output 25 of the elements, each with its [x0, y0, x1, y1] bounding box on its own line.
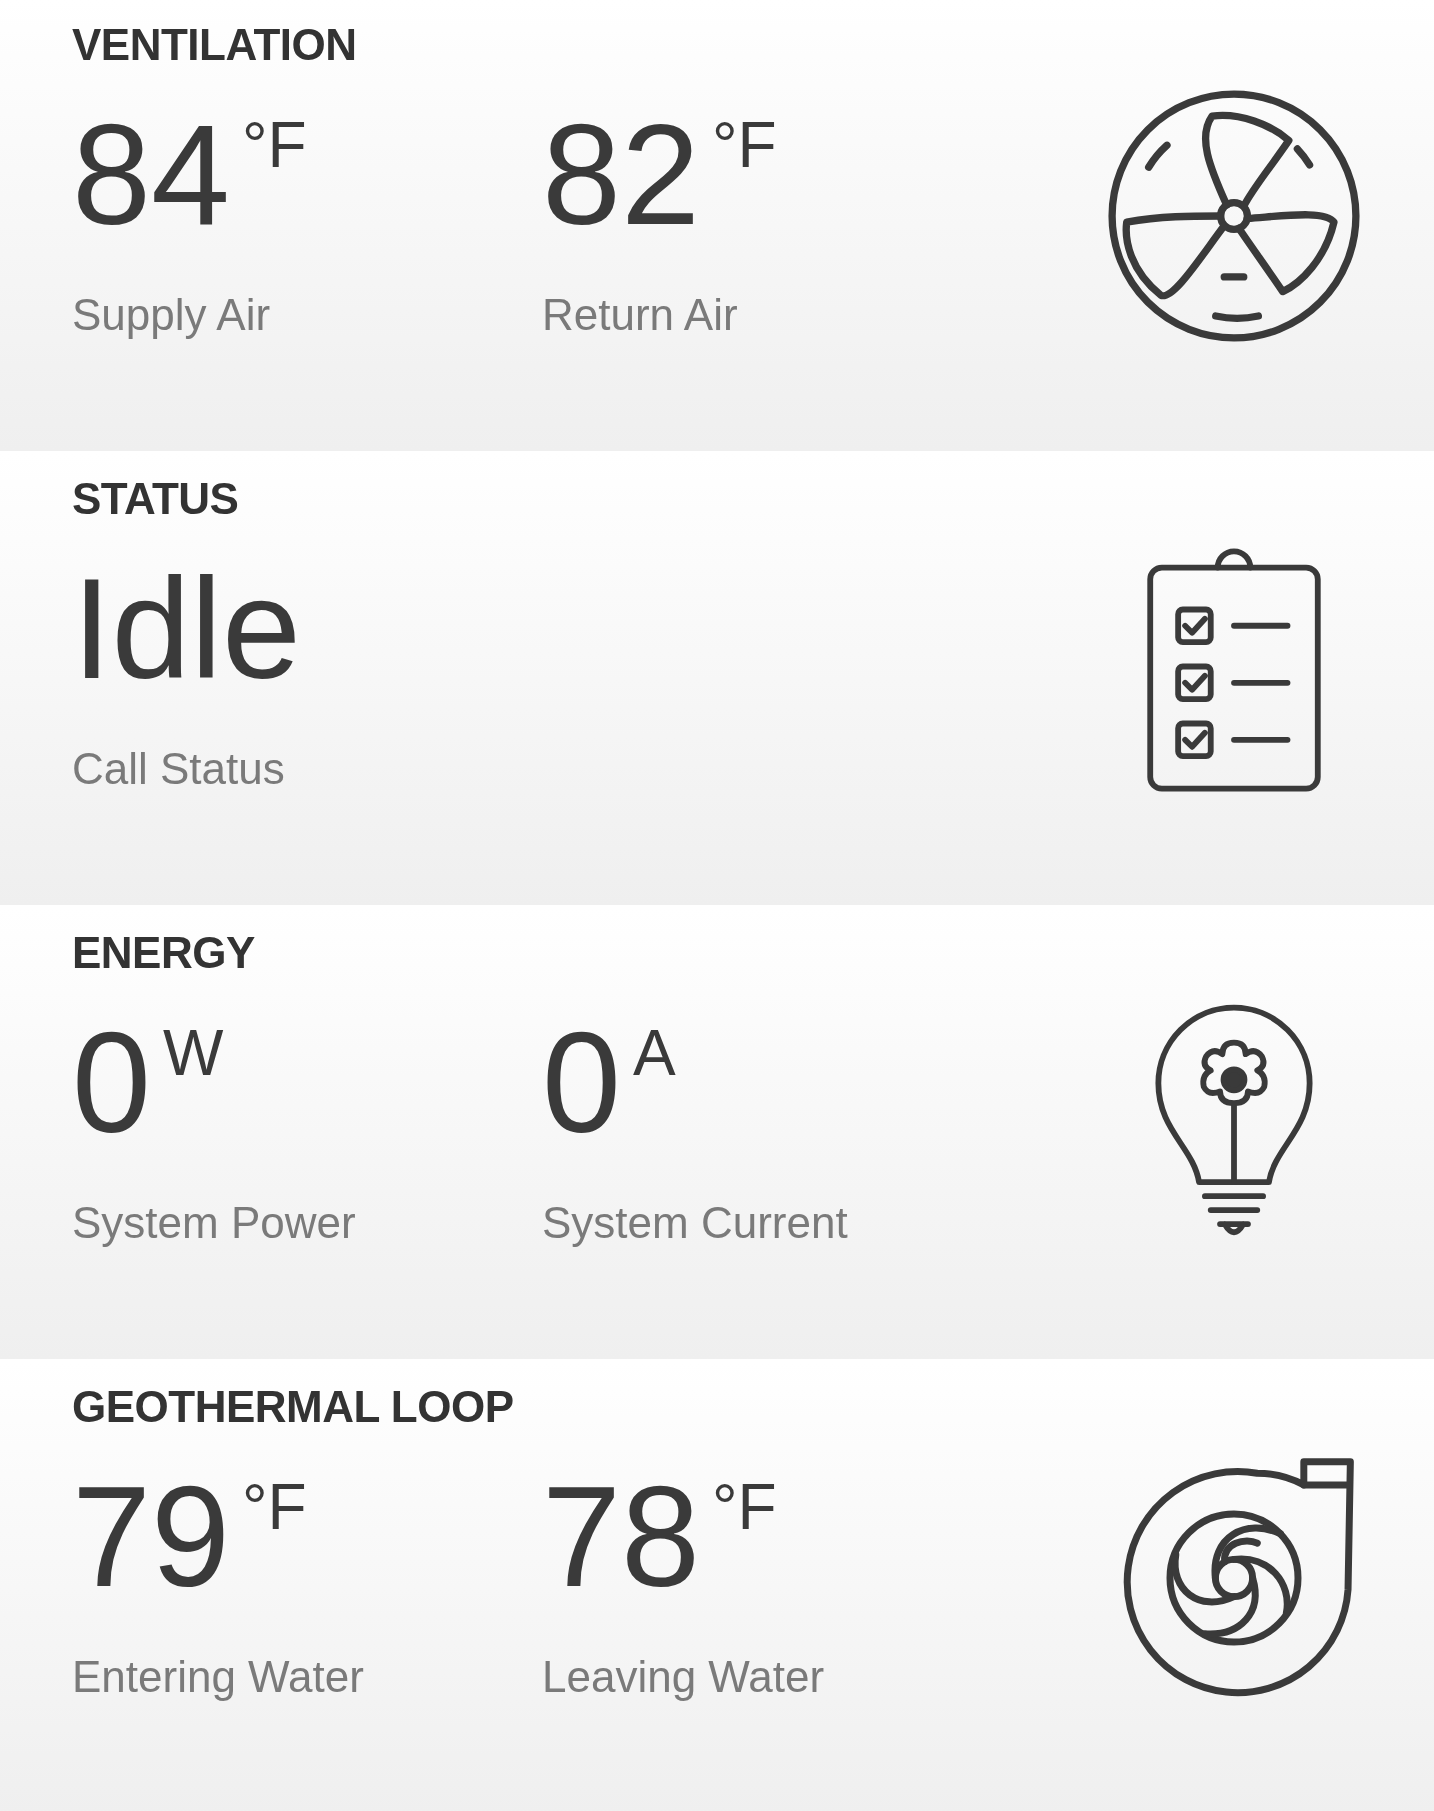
- reading-value: 78: [542, 1466, 700, 1608]
- fan-icon: [1106, 87, 1362, 344]
- reading-value: 79: [72, 1466, 230, 1608]
- reading-value: 82: [542, 104, 700, 246]
- section-title: GEOTHERMAL LOOP: [72, 1382, 515, 1432]
- section-title: ENERGY: [72, 928, 256, 978]
- reading-unit: °F: [241, 108, 307, 182]
- reading-label: Call Status: [72, 744, 286, 794]
- reading-unit: W: [163, 1016, 224, 1090]
- reading-value: Idle: [72, 558, 301, 700]
- reading-unit: °F: [711, 108, 777, 182]
- reading-value: 0: [72, 1012, 151, 1154]
- reading-value: 84: [72, 104, 230, 246]
- reading-unit: A: [633, 1016, 676, 1090]
- reading-label: System Power: [72, 1198, 357, 1248]
- reading-label: Return Air: [542, 290, 739, 340]
- reading-unit: °F: [241, 1470, 307, 1544]
- reading-label: Supply Air: [72, 290, 272, 340]
- reading-label: Entering Water: [72, 1652, 365, 1702]
- section-title: STATUS: [72, 474, 240, 524]
- reading-value: 0: [542, 1012, 621, 1154]
- reading-unit: °F: [711, 1470, 777, 1544]
- section-title: VENTILATION: [72, 20, 358, 70]
- reading-label: System Current: [542, 1198, 849, 1248]
- reading-label: Leaving Water: [542, 1652, 826, 1702]
